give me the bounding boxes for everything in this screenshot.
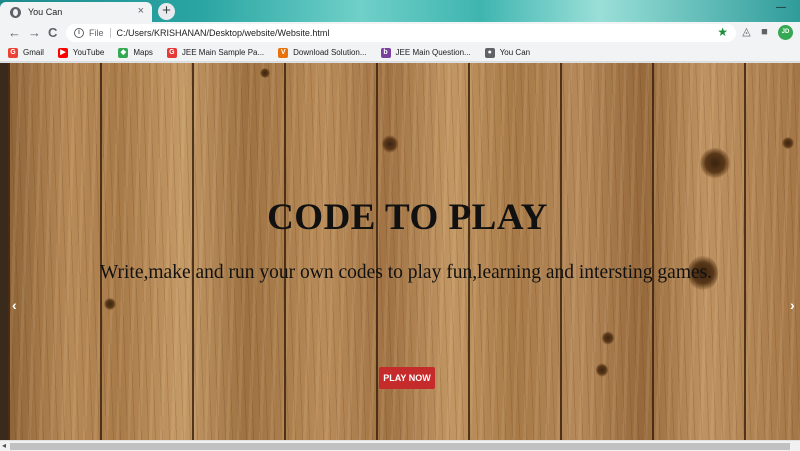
info-icon[interactable]: i <box>74 28 84 38</box>
bookmark-star-icon[interactable]: ★ <box>717 25 728 39</box>
wood-knot <box>260 68 270 78</box>
back-button[interactable]: ← <box>8 25 21 40</box>
bookmark-item[interactable]: ● You Can <box>484 47 531 58</box>
forward-button[interactable]: → <box>28 25 41 40</box>
horizontal-scrollbar[interactable]: ◂ <box>0 440 800 451</box>
bookmark-item[interactable]: V Download Solution... <box>278 47 367 58</box>
wood-knot <box>782 137 794 149</box>
close-tab-icon[interactable]: × <box>138 5 144 17</box>
page-left-edge <box>0 63 8 440</box>
bookmark-item[interactable]: ▶ YouTube <box>57 47 105 58</box>
wood-knot <box>104 298 116 310</box>
bookmark-label: JEE Main Sample Pa... <box>181 48 265 57</box>
jee-question-icon: b <box>380 47 391 58</box>
wood-knot <box>382 135 398 153</box>
bookmark-item[interactable]: G JEE Main Sample Pa... <box>166 47 265 58</box>
extension-icon[interactable]: ◬ <box>740 26 753 39</box>
bookmark-label: Download Solution... <box>293 48 367 57</box>
tab-title: You Can <box>28 7 63 17</box>
globe-icon: ● <box>484 47 495 58</box>
carousel-prev-icon[interactable]: ‹ <box>12 297 17 313</box>
globe-icon <box>10 6 21 18</box>
new-tab-button[interactable]: + <box>158 3 175 20</box>
wood-knot <box>700 148 730 178</box>
bookmark-label: Maps <box>133 48 153 57</box>
wood-knot <box>602 331 614 345</box>
bookmark-item[interactable]: G Gmail <box>8 47 44 58</box>
gmail-icon: G <box>8 47 18 58</box>
download-solution-icon: V <box>278 47 289 58</box>
carousel-next-icon[interactable]: › <box>790 297 795 313</box>
bookmark-item[interactable]: ◆ Maps <box>118 47 153 58</box>
url-text[interactable]: C:/Users/KRISHANAN/Desktop/website/Websi… <box>117 28 330 38</box>
hero-title: CODE TO PLAY <box>267 197 548 238</box>
play-now-button[interactable]: PLAY NOW <box>379 367 435 389</box>
bookmark-label: YouTube <box>72 48 105 57</box>
scroll-left-icon[interactable]: ◂ <box>2 441 6 451</box>
bookmark-label: You Can <box>499 48 531 57</box>
wood-knot <box>596 363 608 377</box>
bookmark-label: JEE Main Question... <box>395 48 471 57</box>
profile-avatar[interactable]: JD <box>778 25 793 40</box>
bookmark-item[interactable]: b JEE Main Question... <box>380 47 471 58</box>
bookmarks-bar: G Gmail ▶ YouTube ◆ Maps G JEE Main Sample Pa..… <box>0 44 800 62</box>
url-scheme-label: File <box>89 28 111 38</box>
minimize-window-button[interactable]: — <box>776 2 786 13</box>
bookmark-label: Gmail <box>23 48 44 57</box>
jee-sample-icon: G <box>166 47 177 58</box>
browser-tab[interactable]: You Can × <box>0 2 152 22</box>
scrollbar-thumb[interactable] <box>10 443 790 450</box>
browser-toolbar: ← → C i File C:/Users/KRISHANAN/Desktop/… <box>0 22 800 44</box>
page-viewport: CODE TO PLAY Write,make and run your own… <box>0 63 800 440</box>
address-bar[interactable]: i File C:/Users/KRISHANAN/Desktop/websit… <box>66 24 736 42</box>
youtube-icon: ▶ <box>57 47 68 58</box>
reload-button[interactable]: C <box>48 25 57 40</box>
camera-icon[interactable]: ■ <box>758 26 771 39</box>
tab-strip: You Can × + — <box>0 0 800 22</box>
hero-subtitle: Write,make and run your own codes to pla… <box>99 262 713 283</box>
maps-icon: ◆ <box>118 47 129 58</box>
